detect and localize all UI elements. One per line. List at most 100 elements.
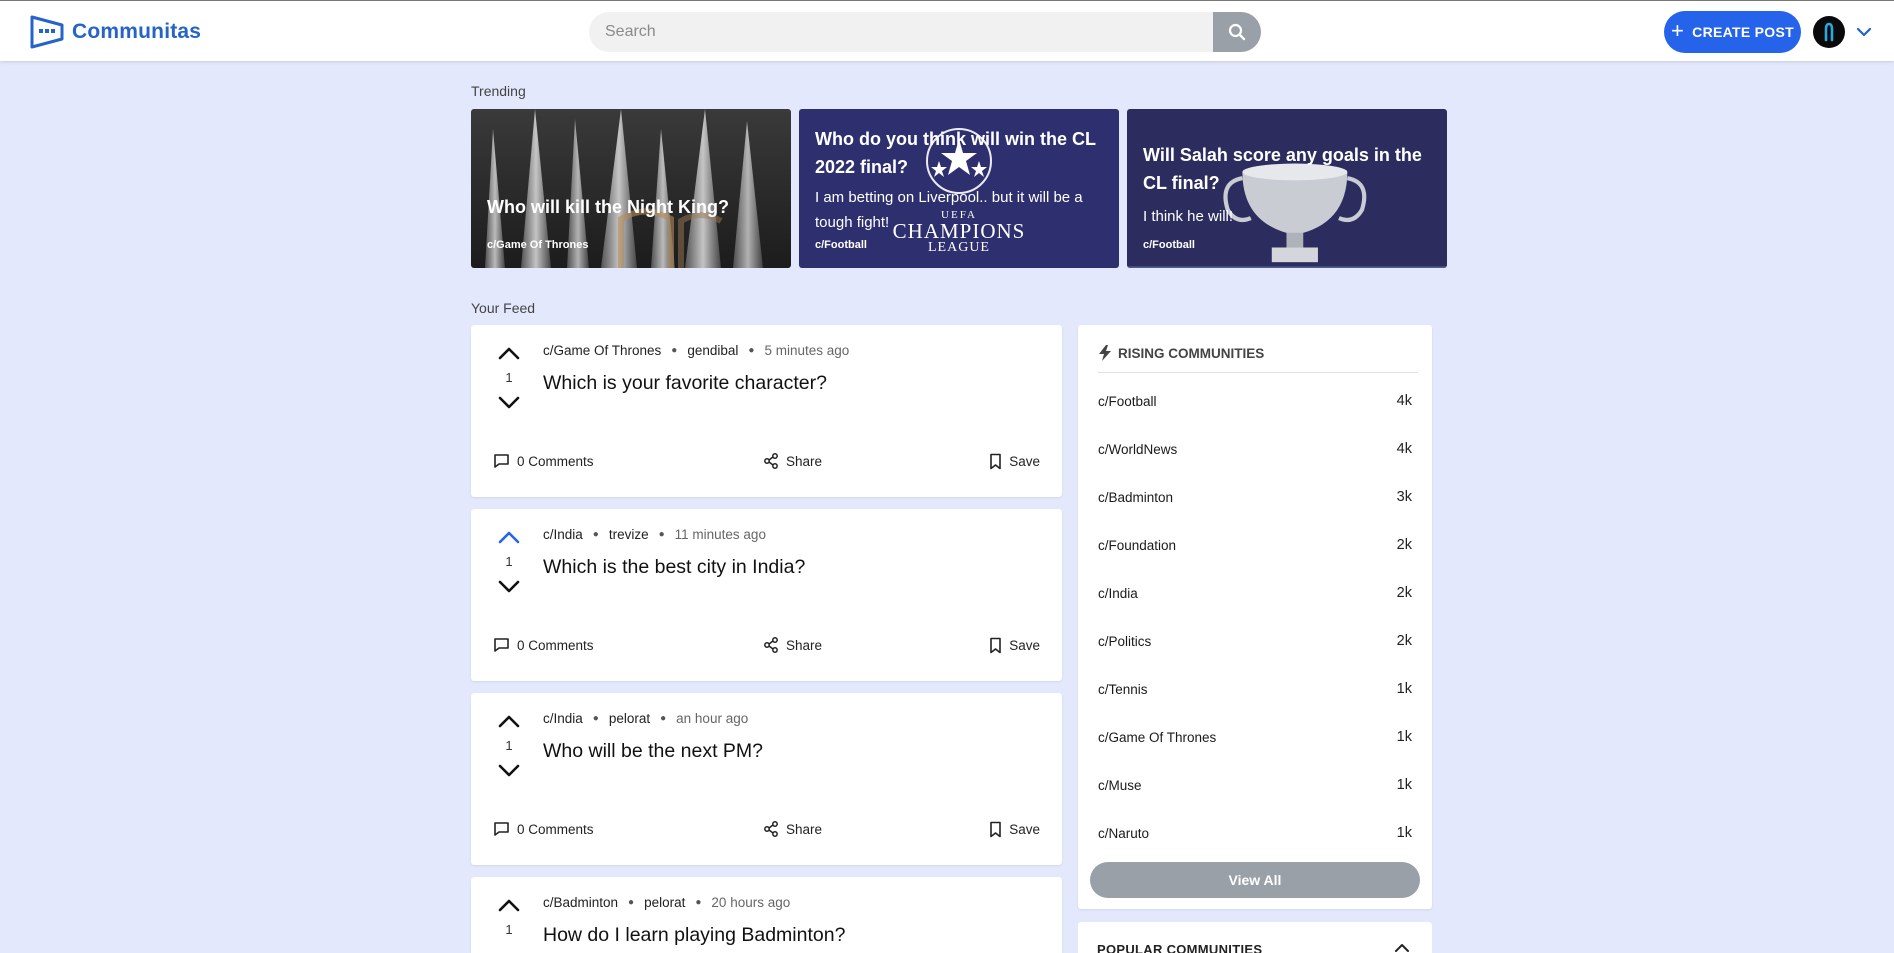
post-title[interactable]: Which is the best city in India? [543,556,805,579]
plus-icon: + [1671,18,1685,43]
comments-button[interactable]: 0 Comments [493,821,594,837]
trending-title: Who do you think will win the CL 2022 fi… [815,129,1096,177]
post-time: an hour ago [676,711,749,726]
comment-icon [494,454,509,468]
community-member-count: 3k [1396,489,1412,505]
save-button[interactable]: Save [989,637,1040,654]
community-row[interactable]: c/Foundation 2k [1098,533,1412,557]
post-author[interactable]: pelorat [609,711,650,726]
post-actions: 0 Comments Share Save [493,637,1040,657]
separator-dot: ● [660,713,667,724]
post-meta: c/Game Of Thrones ● gendibal ● 5 minutes… [543,343,849,358]
rising-communities-panel: RISING COMMUNITIES c/Football 4k c/World… [1078,325,1432,909]
community-member-count: 1k [1396,681,1412,697]
comments-button[interactable]: 0 Comments [493,453,594,469]
separator-dot: ● [658,529,665,540]
comment-icon [494,822,509,836]
feed-post: 1 c/India ● pelorat ● an hour ago Who wi… [471,693,1062,865]
your-feed-label: Your Feed [471,300,536,316]
community-row[interactable]: c/Politics 2k [1098,629,1412,653]
search-button[interactable] [1213,12,1261,52]
post-author[interactable]: trevize [609,527,649,542]
community-name: c/Foundation [1098,537,1177,553]
downvote-icon[interactable] [497,579,521,595]
community-row[interactable]: c/WorldNews 4k [1098,437,1412,461]
post-community-link[interactable]: c/India [543,527,583,542]
post-community-link[interactable]: c/Badminton [543,895,618,910]
vote-box: 1 [493,713,525,779]
community-name: c/Tennis [1098,681,1148,697]
rising-communities-title: RISING COMMUNITIES [1118,345,1265,361]
downvote-icon[interactable] [497,395,521,411]
trending-label: Trending [471,83,526,99]
community-name: c/Naruto [1098,825,1150,841]
popular-communities-panel: POPULAR COMMUNITIES [1078,922,1432,953]
post-actions: 0 Comments Share Save [493,821,1040,841]
post-author[interactable]: pelorat [644,895,685,910]
trending-card-1[interactable]: Who will kill the Night King? c/Game Of … [471,109,791,268]
share-label: Share [786,637,823,653]
app-logo[interactable]: Communitas [30,15,201,49]
community-row[interactable]: c/Game Of Thrones 1k [1098,725,1412,749]
comments-button[interactable]: 0 Comments [493,637,594,653]
save-button[interactable]: Save [989,453,1040,470]
post-title[interactable]: How do I learn playing Badminton? [543,924,845,947]
community-member-count: 4k [1396,393,1412,409]
search-bar [589,12,1261,52]
trending-body: I am betting on Liverpool.. but it will … [815,189,1083,231]
community-name: c/WorldNews [1098,441,1178,457]
trending-community: c/Game Of Thrones [487,239,589,251]
trending-community: c/Football [815,239,867,251]
save-label: Save [1009,822,1040,837]
search-input[interactable] [589,12,1213,52]
view-all-button[interactable]: View All [1090,862,1420,898]
share-label: Share [786,821,823,837]
community-row[interactable]: c/Naruto 1k [1098,821,1412,845]
create-post-button[interactable]: + CREATE POST [1664,11,1801,53]
upvote-icon[interactable] [497,345,521,361]
post-title[interactable]: Who will be the next PM? [543,740,763,763]
communitas-logo-icon [30,15,64,49]
separator-dot: ● [748,345,755,356]
community-name: c/India [1098,585,1138,601]
feed-post: 1 c/Game Of Thrones ● gendibal ● 5 minut… [471,325,1062,497]
chevron-up-icon[interactable] [1394,942,1410,953]
post-title[interactable]: Which is your favorite character? [543,372,827,395]
downvote-icon[interactable] [497,763,521,779]
bookmark-icon [990,637,1002,654]
community-member-count: 1k [1396,777,1412,793]
comment-icon [494,638,509,652]
app-name: Communitas [72,20,202,43]
separator-dot: ● [592,713,599,724]
post-community-link[interactable]: c/Game Of Thrones [543,343,661,358]
community-row[interactable]: c/Muse 1k [1098,773,1412,797]
feed-post: 1 c/India ● trevize ● 11 minutes ago Whi… [471,509,1062,681]
save-button[interactable]: Save [989,821,1040,838]
post-author[interactable]: gendibal [687,343,738,358]
trending-card-3[interactable]: Will Salah score any goals in the CL fin… [1127,109,1447,268]
community-row[interactable]: c/Badminton 3k [1098,485,1412,509]
post-meta: c/Badminton ● pelorat ● 20 hours ago [543,895,790,910]
share-button[interactable]: Share [763,453,822,469]
top-nav-bar: Communitas + CREATE POST [0,0,1894,61]
trending-card-2[interactable]: UEFA CHAMPIONS LEAGUE Who do you think w… [799,109,1119,268]
post-community-link[interactable]: c/India [543,711,583,726]
upvote-icon[interactable] [497,897,521,913]
upvote-icon[interactable] [497,529,521,545]
bookmark-icon [990,453,1002,470]
comments-label: 0 Comments [517,821,594,837]
community-row[interactable]: c/Football 4k [1098,389,1412,413]
feed-post: 1 c/Badminton ● pelorat ● 20 hours ago H… [471,877,1062,953]
share-button[interactable]: Share [763,821,822,837]
chevron-down-icon[interactable] [1855,23,1873,41]
community-name: c/Badminton [1098,489,1174,505]
community-row[interactable]: c/India 2k [1098,581,1412,605]
save-label: Save [1009,454,1040,469]
community-row[interactable]: c/Tennis 1k [1098,677,1412,701]
post-time: 20 hours ago [711,895,791,910]
user-avatar[interactable] [1813,16,1845,48]
separator-dot: ● [628,897,635,908]
upvote-icon[interactable] [497,713,521,729]
trending-title: Will Salah score any goals in the CL fin… [1143,145,1422,193]
share-button[interactable]: Share [763,637,822,653]
